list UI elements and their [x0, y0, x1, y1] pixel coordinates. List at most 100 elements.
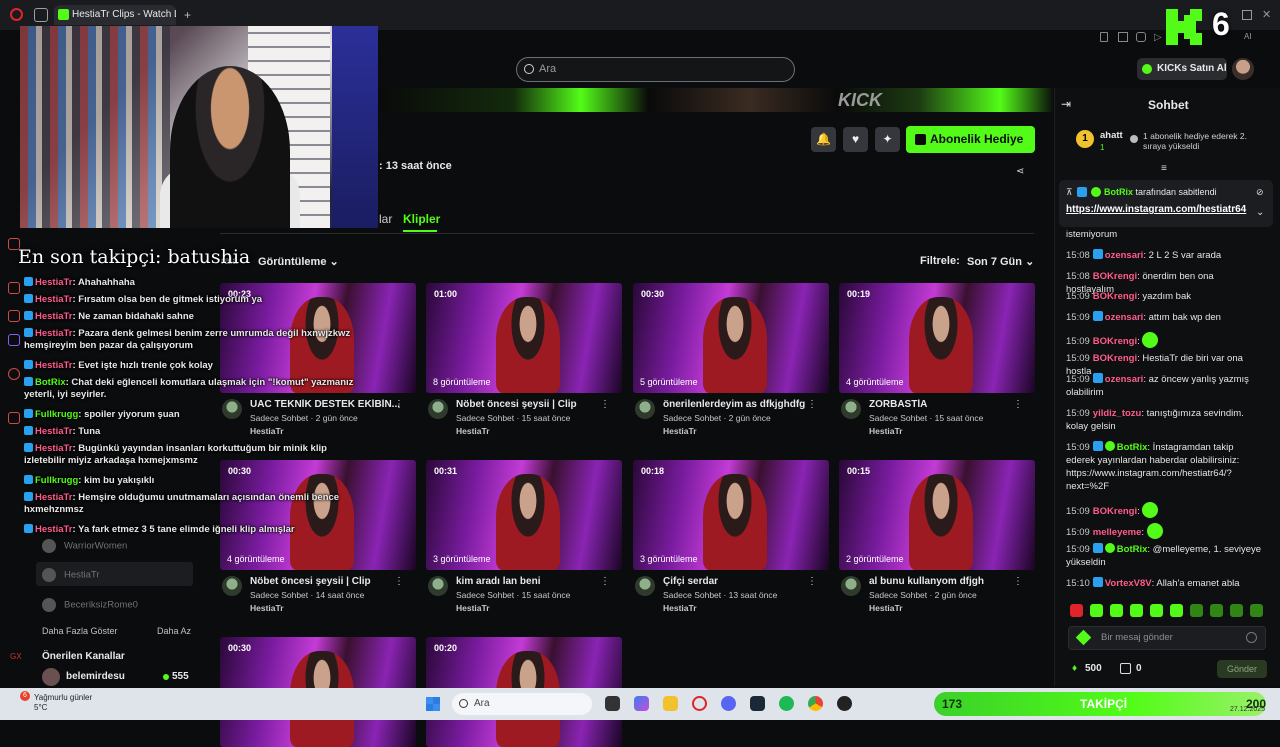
- clip-thumbnail[interactable]: 01:00 8 görüntüleme: [426, 283, 622, 393]
- maximize-icon[interactable]: [1242, 10, 1252, 20]
- sidebar-user-item[interactable]: HestiaTr: [42, 568, 100, 582]
- emote-icon[interactable]: [1110, 604, 1123, 617]
- chat-username[interactable]: BotRix: [1117, 442, 1148, 453]
- chat-username[interactable]: ozensari: [1105, 374, 1144, 385]
- clip-title[interactable]: önerilenlerdeyim as dfkjghdfg: [663, 399, 813, 410]
- taskbar-search[interactable]: Ara: [452, 693, 592, 715]
- clip-channel[interactable]: HestiaTr: [250, 603, 284, 613]
- clip-title[interactable]: ZORBASTİA: [869, 399, 1019, 410]
- clip-channel[interactable]: HestiaTr: [869, 426, 903, 436]
- clip-thumbnail[interactable]: 00:31 3 görüntüleme: [426, 460, 622, 570]
- more-options-icon[interactable]: ⋮: [807, 399, 817, 410]
- follow-heart-button[interactable]: ♥: [843, 127, 868, 152]
- buy-kicks-button[interactable]: KICKs Satın Al: [1137, 58, 1227, 80]
- twitch-icon[interactable]: [8, 334, 20, 346]
- clip-card[interactable]: 00:31 3 görüntüleme kim aradı lan beni Sade…: [426, 460, 622, 613]
- copilot-icon[interactable]: [634, 696, 649, 711]
- show-less-link[interactable]: Daha Az: [157, 626, 191, 636]
- emote-icon[interactable]: [1190, 604, 1203, 617]
- clip-thumbnail[interactable]: 00:15 2 görüntüleme: [839, 460, 1035, 570]
- clip-channel[interactable]: HestiaTr: [456, 426, 490, 436]
- clip-icon[interactable]: [8, 368, 20, 380]
- clip-channel[interactable]: HestiaTr: [869, 603, 903, 613]
- chat-username[interactable]: BOKrengi: [1093, 506, 1137, 517]
- emote-icon[interactable]: [1150, 604, 1163, 617]
- sparkle-button[interactable]: ✦: [875, 127, 900, 152]
- close-window-icon[interactable]: ✕: [1262, 8, 1271, 21]
- clip-title[interactable]: Nöbet öncesi şeysii | Clip: [250, 576, 400, 587]
- obs-icon[interactable]: [837, 696, 852, 711]
- emoji-icon[interactable]: [1246, 632, 1257, 643]
- ai-label[interactable]: AI: [1244, 32, 1252, 41]
- clip-title[interactable]: kim aradı lan beni: [456, 576, 606, 587]
- more-options-icon[interactable]: ⋮: [600, 399, 610, 410]
- gifter-name[interactable]: ahatt: [1100, 130, 1123, 141]
- emote-icon[interactable]: [1142, 502, 1159, 518]
- spotify-icon[interactable]: [779, 696, 794, 711]
- chat-username[interactable]: ozensari: [1105, 250, 1144, 261]
- sidebar-user-item[interactable]: WarriorWomen: [42, 539, 127, 553]
- expand-leaderboard-icon[interactable]: ≡: [1161, 163, 1167, 174]
- emote-icon[interactable]: [1090, 604, 1103, 617]
- browse-icon[interactable]: [8, 282, 20, 294]
- browser-tab[interactable]: HestiaTr Clips - Watch Live: [54, 5, 176, 25]
- unpin-icon[interactable]: ⊘: [1256, 187, 1264, 198]
- file-explorer-icon[interactable]: [663, 696, 678, 711]
- clip-thumbnail[interactable]: 00:18 3 görüntüleme: [633, 460, 829, 570]
- chat-username[interactable]: ozensari: [1105, 312, 1144, 323]
- weather-widget[interactable]: Yağmurlu günler 5°C: [34, 693, 92, 713]
- filter-dropdown[interactable]: Son 7 Gün ⌄: [967, 255, 1034, 268]
- more-options-icon[interactable]: ⋮: [1013, 399, 1023, 410]
- user-avatar[interactable]: [1232, 58, 1254, 80]
- screenshot-icon[interactable]: [1118, 32, 1128, 42]
- more-options-icon[interactable]: ⋮: [1013, 576, 1023, 587]
- task-view-icon[interactable]: [605, 696, 620, 711]
- steam-icon[interactable]: [750, 696, 765, 711]
- avatar[interactable]: [841, 399, 861, 419]
- emote-icon[interactable]: [1170, 604, 1183, 617]
- tab-overview-icon[interactable]: [34, 8, 48, 22]
- pin-icon[interactable]: [1100, 32, 1108, 42]
- clip-card[interactable]: 00:19 4 görüntüleme ZORBASTİA Sadece Sohbet…: [839, 283, 1035, 436]
- opera-logo-icon[interactable]: [10, 8, 23, 21]
- play-icon[interactable]: ▷: [1154, 32, 1162, 43]
- chat-username[interactable]: yildiz_tozu: [1093, 408, 1142, 419]
- settings-icon[interactable]: [8, 412, 20, 424]
- search-input[interactable]: Ara: [516, 57, 795, 82]
- windows-start-icon[interactable]: [426, 697, 440, 711]
- more-options-icon[interactable]: ⋮: [394, 399, 404, 410]
- emote-icon[interactable]: [1130, 604, 1143, 617]
- chrome-icon[interactable]: [808, 696, 823, 711]
- sidebar-user-item[interactable]: BeceriksizRome0: [42, 598, 138, 612]
- emote-icon[interactable]: [1250, 604, 1263, 617]
- clip-channel[interactable]: HestiaTr: [663, 603, 697, 613]
- avatar[interactable]: [428, 399, 448, 419]
- gift-subscription-button[interactable]: Abonelik Hediye Et: [906, 126, 1035, 173]
- more-options-icon[interactable]: ⋮: [807, 576, 817, 587]
- shield-icon[interactable]: [1136, 32, 1146, 42]
- chat-username[interactable]: BOKrengi: [1093, 271, 1137, 282]
- sort-dropdown[interactable]: Görüntüleme ⌄: [258, 255, 339, 268]
- pinned-by-user[interactable]: BotRix: [1104, 187, 1133, 197]
- clip-title[interactable]: Çifçi serdar: [663, 576, 813, 587]
- emote-icon[interactable]: [1230, 604, 1243, 617]
- heart-emote-icon[interactable]: [1070, 604, 1083, 617]
- emote-icon[interactable]: [1210, 604, 1223, 617]
- clip-card[interactable]: 00:15 2 görüntüleme al bunu kullanyom dfjg…: [839, 460, 1035, 613]
- collapse-chat-icon[interactable]: ⇥: [1061, 97, 1071, 111]
- chat-username[interactable]: BotRix: [1117, 544, 1148, 555]
- avatar[interactable]: [841, 576, 861, 596]
- clip-card[interactable]: 00:30 5 görüntüleme önerilenlerdeyim as df…: [633, 283, 829, 436]
- discord-icon[interactable]: [721, 696, 736, 711]
- chat-username[interactable]: VortexV8V: [1105, 578, 1152, 589]
- clip-channel[interactable]: HestiaTr: [456, 603, 490, 613]
- chevron-down-icon[interactable]: ⌄: [1256, 207, 1264, 218]
- send-button[interactable]: Gönder: [1217, 660, 1267, 678]
- more-options-icon[interactable]: ⋮: [600, 576, 610, 587]
- pinned-link[interactable]: https://www.instagram.com/hestiatr64: [1066, 204, 1246, 215]
- gift-box-count[interactable]: 0: [1136, 663, 1142, 674]
- clip-card[interactable]: 00:18 3 görüntüleme Çifçi serdar Sadece Soh…: [633, 460, 829, 613]
- chat-username[interactable]: BOKrengi: [1093, 291, 1137, 302]
- new-tab-button[interactable]: +: [184, 8, 191, 22]
- chat-message-input[interactable]: Bir mesaj gönder: [1068, 626, 1266, 650]
